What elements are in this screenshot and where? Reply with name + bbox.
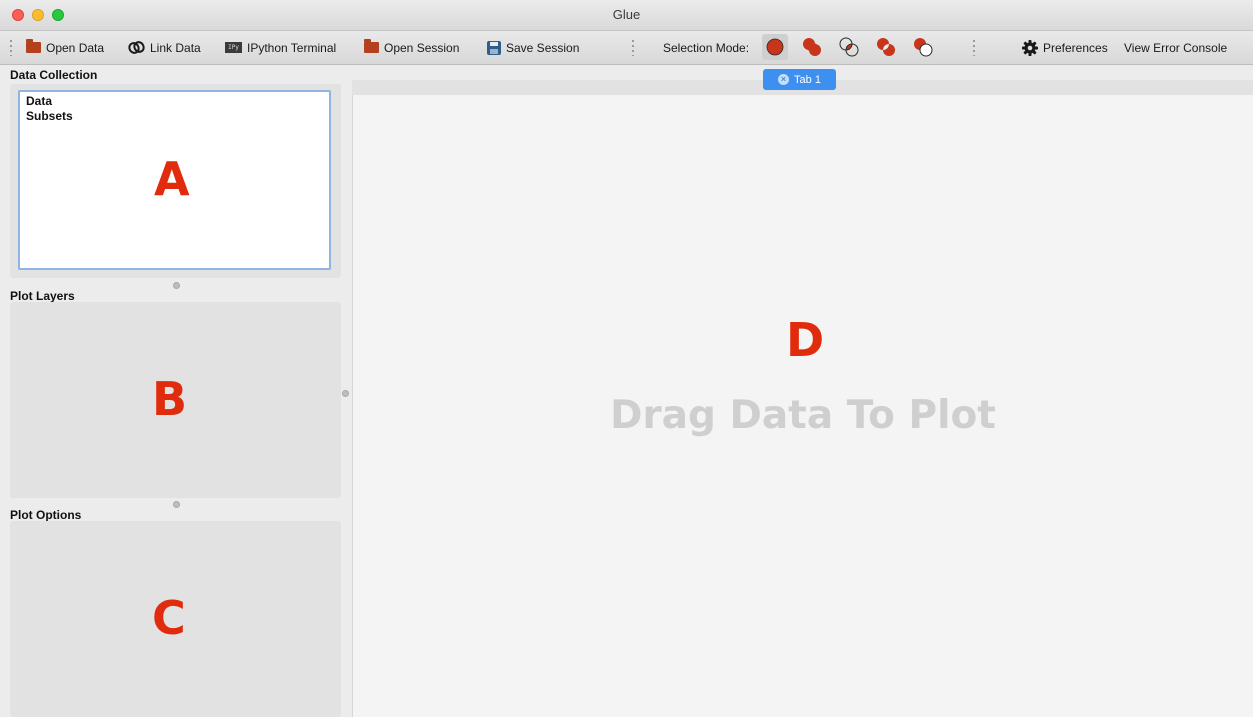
vertical-splitter-handle[interactable] <box>342 390 349 397</box>
open-session-button[interactable]: Open Session <box>364 31 459 64</box>
link-data-button[interactable]: Link Data <box>128 31 201 64</box>
main-toolbar: Open Data Link Data IPy IPython Terminal… <box>0 31 1253 65</box>
open-data-button[interactable]: Open Data <box>26 31 104 64</box>
preferences-label: Preferences <box>1043 40 1108 55</box>
marker-a: A <box>154 152 190 206</box>
selection-mode-replace-button[interactable] <box>762 34 788 60</box>
or-mode-icon <box>803 38 821 56</box>
folder-icon <box>364 39 379 53</box>
save-session-button[interactable]: Save Session <box>487 31 579 64</box>
drag-data-placeholder: Drag Data To Plot <box>610 393 996 438</box>
tab-1[interactable]: × Tab 1 <box>763 69 836 90</box>
save-icon <box>487 40 501 55</box>
toolbar-grip[interactable] <box>973 40 975 56</box>
toolbar-grip[interactable] <box>10 40 12 56</box>
plot-layers-panel: B <box>10 302 341 498</box>
preferences-button[interactable]: Preferences <box>1022 31 1108 64</box>
tree-item-subsets[interactable]: Subsets <box>26 109 73 123</box>
and-not-mode-icon <box>914 38 933 57</box>
selection-mode-or-button[interactable] <box>799 34 825 60</box>
toolbar-grip[interactable] <box>632 40 634 56</box>
window-title: Glue <box>612 7 641 22</box>
replace-mode-icon <box>766 38 784 56</box>
title-bar: Glue <box>0 0 1253 31</box>
selection-mode-label: Selection Mode: <box>663 40 750 55</box>
selection-mode-and-button[interactable] <box>836 34 862 60</box>
tree-item-data[interactable]: Data <box>26 94 52 108</box>
plot-canvas-area[interactable]: D Drag Data To Plot <box>352 95 1253 717</box>
link-icon <box>128 41 145 54</box>
folder-icon <box>26 39 41 53</box>
marker-c: C <box>152 591 186 645</box>
and-mode-icon <box>839 37 859 57</box>
xor-mode-icon <box>877 38 895 56</box>
splitter-handle[interactable] <box>173 282 180 289</box>
open-data-label: Open Data <box>46 40 105 55</box>
tab-label: Tab 1 <box>794 73 821 86</box>
link-data-label: Link Data <box>150 40 201 55</box>
selection-mode-and-not-button[interactable] <box>910 34 936 60</box>
gear-icon <box>1022 39 1038 56</box>
plot-options-label: Plot Options <box>10 508 82 522</box>
splitter-handle[interactable] <box>173 501 180 508</box>
save-session-label: Save Session <box>506 40 580 55</box>
terminal-icon: IPy <box>225 42 242 53</box>
ipython-terminal-label: IPython Terminal <box>247 40 337 55</box>
marker-b: B <box>152 372 188 426</box>
view-error-console-button[interactable]: View Error Console <box>1124 31 1227 64</box>
plot-layers-label: Plot Layers <box>10 289 75 303</box>
ipython-terminal-button[interactable]: IPy IPython Terminal <box>225 31 336 64</box>
data-collection-label: Data Collection <box>10 68 98 82</box>
close-tab-icon[interactable]: × <box>778 74 790 85</box>
selection-mode-xor-button[interactable] <box>873 34 899 60</box>
marker-d: D <box>786 313 825 367</box>
data-collection-list[interactable]: Data Subsets A <box>18 90 331 270</box>
open-session-label: Open Session <box>384 40 460 55</box>
plot-options-panel: C <box>10 521 341 717</box>
